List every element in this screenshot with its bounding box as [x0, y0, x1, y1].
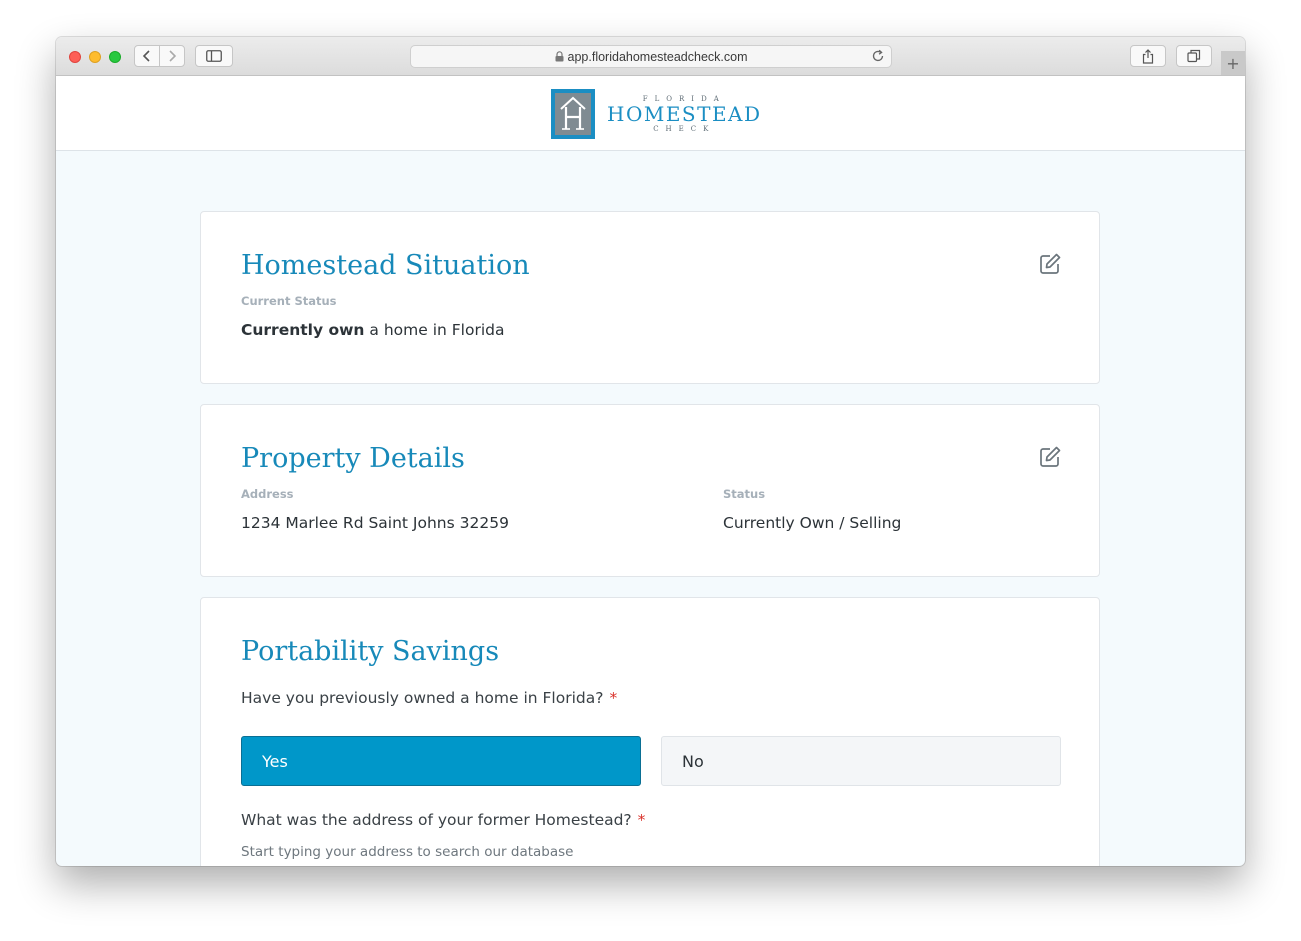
back-button[interactable] — [134, 45, 160, 67]
site-logo[interactable]: FLORIDA HOMESTEAD CHECK — [551, 88, 762, 140]
reload-icon[interactable] — [871, 49, 885, 63]
share-button[interactable] — [1130, 45, 1166, 67]
yes-option-button[interactable]: Yes — [241, 736, 641, 786]
new-tab-icon[interactable]: + — [1221, 51, 1245, 75]
url-text: app.floridahomesteadcheck.com — [567, 49, 748, 64]
sidebar-button[interactable] — [195, 45, 233, 67]
current-status-bold: Currently own — [241, 321, 365, 339]
address-search-hint: Start typing your address to search our … — [241, 844, 574, 860]
tabs-icon — [1187, 49, 1201, 63]
forward-icon — [169, 50, 177, 62]
homestead-situation-title: Homestead Situation — [241, 250, 530, 281]
browser-window: app.floridahomesteadcheck.com + FLORIDA … — [56, 37, 1245, 866]
site-header: FLORIDA HOMESTEAD CHECK — [56, 76, 1245, 151]
homestead-situation-card: Homestead Situation Current Status Curre… — [200, 211, 1100, 384]
back-icon — [142, 50, 150, 62]
status-value: Currently Own / Selling — [723, 514, 902, 532]
no-option-button[interactable]: No — [661, 736, 1061, 786]
share-icon — [1142, 48, 1154, 64]
address-bar[interactable]: app.floridahomesteadcheck.com — [410, 45, 892, 68]
current-status-label: Current Status — [241, 294, 337, 308]
address-value: 1234 Marlee Rd Saint Johns 32259 — [241, 514, 509, 532]
lock-icon — [555, 51, 564, 62]
property-details-title: Property Details — [241, 443, 465, 474]
browser-toolbar: app.floridahomesteadcheck.com + — [56, 37, 1245, 76]
edit-icon[interactable] — [1038, 252, 1062, 276]
tabs-overview-button[interactable] — [1176, 45, 1212, 67]
current-status-rest: a home in Florida — [364, 321, 505, 339]
previously-owned-question: Have you previously owned a home in Flor… — [241, 689, 617, 707]
logo-line-homestead: HOMESTEAD — [607, 102, 762, 126]
former-address-question: What was the address of your former Home… — [241, 811, 645, 829]
portability-savings-title: Portability Savings — [241, 636, 500, 667]
close-window-button[interactable] — [69, 51, 81, 63]
minimize-window-button[interactable] — [89, 51, 101, 63]
address-label: Address — [241, 487, 294, 501]
previously-owned-question-text: Have you previously owned a home in Flor… — [241, 689, 604, 707]
logo-wordmark: FLORIDA HOMESTEAD CHECK — [607, 95, 762, 133]
status-label: Status — [723, 487, 766, 501]
required-marker: * — [609, 689, 618, 707]
required-marker: * — [637, 811, 646, 829]
zoom-window-button[interactable] — [109, 51, 121, 63]
sidebar-icon — [206, 50, 222, 62]
no-option-label: No — [682, 751, 704, 771]
yes-option-label: Yes — [262, 751, 288, 771]
former-address-question-text: What was the address of your former Home… — [241, 811, 632, 829]
current-status-value: Currently own a home in Florida — [241, 321, 504, 339]
edit-icon[interactable] — [1038, 445, 1062, 469]
portability-savings-card: Portability Savings Have you previously … — [200, 597, 1100, 866]
house-logo-icon — [551, 89, 595, 139]
forward-button[interactable] — [159, 45, 185, 67]
property-details-card: Property Details Address 1234 Marlee Rd … — [200, 404, 1100, 577]
logo-line-check: CHECK — [653, 125, 716, 133]
